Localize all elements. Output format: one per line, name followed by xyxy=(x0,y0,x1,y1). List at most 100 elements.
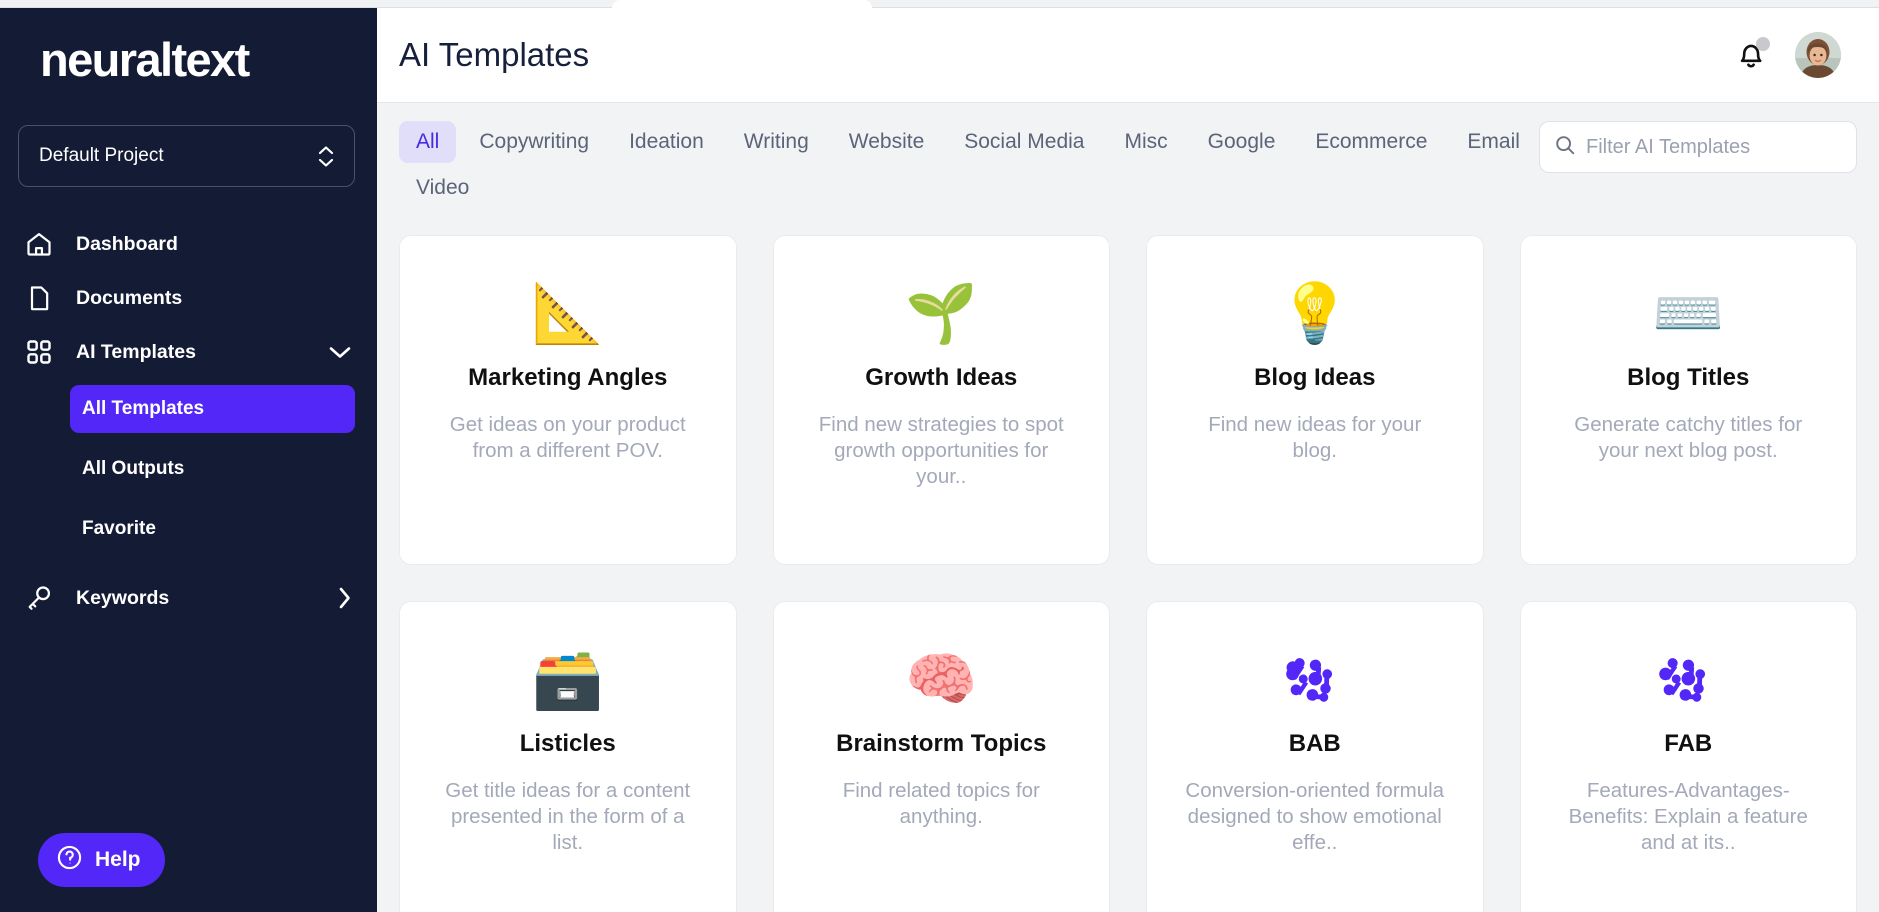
tab-writing[interactable]: Writing xyxy=(727,121,826,163)
project-selector[interactable]: Default Project xyxy=(18,125,355,187)
sidebar-item-keywords[interactable]: Keywords xyxy=(0,571,377,625)
search-icon xyxy=(1554,134,1576,161)
tab-misc[interactable]: Misc xyxy=(1107,121,1184,163)
template-card[interactable]: 🌱 Growth Ideas Find new strategies to sp… xyxy=(772,235,1110,565)
template-card[interactable]: FAB Features-Advantages-Benefits: Explai… xyxy=(1519,601,1857,912)
tab-label: Video xyxy=(416,176,470,199)
template-description: Find related topics for anything. xyxy=(842,779,1040,829)
tab-label: All xyxy=(416,130,440,153)
sidebar-subitem-label: Favorite xyxy=(82,518,156,539)
sidebar-nav: Dashboard Documents AI Templates All Tem… xyxy=(0,217,377,625)
tab-label: Misc xyxy=(1124,130,1168,153)
template-title: FAB xyxy=(1664,730,1713,757)
main-content: AI Templates All Copywriting Ideation Wr… xyxy=(377,0,1879,912)
tab-label: Social Media xyxy=(964,130,1085,153)
sidebar-item-label: Keywords xyxy=(76,586,170,609)
search-box[interactable] xyxy=(1539,121,1857,173)
template-description: Get ideas on your product from a differe… xyxy=(449,413,686,463)
header-actions xyxy=(1735,32,1841,78)
sidebar-item-ai-templates[interactable]: AI Templates xyxy=(0,325,377,379)
neuraltext-logo-icon xyxy=(1284,644,1346,716)
sidebar-item-favorite[interactable]: Favorite xyxy=(70,505,355,553)
tab-label: Ideation xyxy=(629,130,704,153)
template-description: Get title ideas for a content presented … xyxy=(445,779,691,855)
light-bulb-emoji: 💡 xyxy=(1278,281,1351,346)
template-card[interactable]: 🗃️ Listicles Get title ideas for a conte… xyxy=(399,601,737,912)
tab-label: Google xyxy=(1207,130,1276,153)
sidebar-item-label: Dashboard xyxy=(76,232,178,255)
template-card[interactable]: 🧠 Brainstorm Topics Find related topics … xyxy=(772,601,1110,912)
brand-logo: neuraltext xyxy=(40,33,250,86)
triangular-ruler-emoji: 📐 xyxy=(531,281,604,346)
template-title: BAB xyxy=(1288,730,1341,757)
tab-email[interactable]: Email xyxy=(1450,121,1537,163)
template-card[interactable]: 💡 Blog Ideas Find new ideas for your blo… xyxy=(1146,235,1484,565)
template-title: Blog Ideas xyxy=(1254,364,1376,391)
category-tabs: All Copywriting Ideation Writing Website… xyxy=(377,103,1879,209)
template-title: Blog Titles xyxy=(1627,364,1750,391)
sidebar-item-all-outputs[interactable]: All Outputs xyxy=(70,445,355,493)
template-title: Brainstorm Topics xyxy=(836,730,1047,757)
up-down-chevron-icon xyxy=(318,145,334,167)
template-description: Features-Advantages-Benefits: Explain a … xyxy=(1568,779,1808,855)
question-circle-icon xyxy=(56,844,83,877)
chevron-down-icon[interactable] xyxy=(329,346,351,359)
sidebar-item-all-templates[interactable]: All Templates xyxy=(70,385,355,433)
home-icon xyxy=(22,227,56,261)
templates-grid-wrap: 📐 Marketing Angles Get ideas on your pro… xyxy=(377,209,1879,912)
page-title: AI Templates xyxy=(399,36,590,73)
brain-emoji: 🧠 xyxy=(905,647,978,712)
template-card[interactable]: BAB Conversion-oriented formula designed… xyxy=(1146,601,1484,912)
template-description: Generate catchy titles for your next blo… xyxy=(1574,413,1803,463)
tab-label: Copywriting xyxy=(479,130,590,153)
sidebar-item-label: AI Templates xyxy=(76,340,196,363)
template-card[interactable]: 📐 Marketing Angles Get ideas on your pro… xyxy=(399,235,737,565)
key-icon xyxy=(22,581,56,615)
search-input[interactable] xyxy=(1586,135,1842,159)
tab-ecommerce[interactable]: Ecommerce xyxy=(1298,121,1444,163)
help-button-label: Help xyxy=(95,848,141,871)
tab-copywriting[interactable]: Copywriting xyxy=(462,121,606,163)
tab-ideation[interactable]: Ideation xyxy=(612,121,721,163)
tab-google[interactable]: Google xyxy=(1191,121,1293,163)
project-selector-label: Default Project xyxy=(39,145,164,166)
document-icon xyxy=(22,281,56,315)
keyboard-emoji: ⌨️ xyxy=(1652,281,1725,346)
sidebar-subitem-label: All Outputs xyxy=(82,458,185,479)
sidebar-item-documents[interactable]: Documents xyxy=(0,271,377,325)
sidebar: neuraltext Default Project Dashboard Doc… xyxy=(0,0,377,912)
tab-label: Ecommerce xyxy=(1315,130,1428,153)
tab-website[interactable]: Website xyxy=(832,121,941,163)
tab-all[interactable]: All xyxy=(399,121,457,163)
sidebar-item-label: Documents xyxy=(76,286,183,309)
notification-bell-icon[interactable] xyxy=(1735,37,1770,73)
template-description: Find new ideas for your blog. xyxy=(1208,413,1422,463)
browser-top-strip xyxy=(0,0,1879,8)
template-card[interactable]: ⌨️ Blog Titles Generate catchy titles fo… xyxy=(1519,235,1857,565)
templates-grid: 📐 Marketing Angles Get ideas on your pro… xyxy=(399,235,1857,912)
tab-label: Website xyxy=(848,130,925,153)
template-description: Find new strategies to spot growth oppor… xyxy=(818,413,1064,489)
tab-video[interactable]: Video xyxy=(399,167,486,209)
page-header: AI Templates xyxy=(377,8,1879,103)
neuraltext-logo-icon xyxy=(1657,644,1719,716)
template-description: Conversion-oriented formula designed to … xyxy=(1185,779,1445,855)
tab-social-media[interactable]: Social Media xyxy=(947,121,1101,163)
notification-dot xyxy=(1756,37,1770,51)
avatar[interactable] xyxy=(1795,32,1841,78)
card-file-box-emoji: 🗃️ xyxy=(531,647,604,712)
sidebar-subitem-label: All Templates xyxy=(82,398,205,419)
seedling-emoji: 🌱 xyxy=(905,281,978,346)
template-title: Listicles xyxy=(519,730,616,757)
chevron-right-icon[interactable] xyxy=(338,587,351,609)
browser-tab-nub xyxy=(612,0,872,8)
grid-icon xyxy=(22,335,56,369)
tab-label: Writing xyxy=(743,130,809,153)
help-button[interactable]: Help xyxy=(38,833,165,887)
app-root: neuraltext Default Project Dashboard Doc… xyxy=(0,0,1879,912)
tab-label: Email xyxy=(1467,130,1520,153)
template-title: Marketing Angles xyxy=(468,364,668,391)
template-title: Growth Ideas xyxy=(865,364,1018,391)
sidebar-subnav: All Templates All Outputs Favorite xyxy=(0,385,377,553)
sidebar-item-dashboard[interactable]: Dashboard xyxy=(0,217,377,271)
